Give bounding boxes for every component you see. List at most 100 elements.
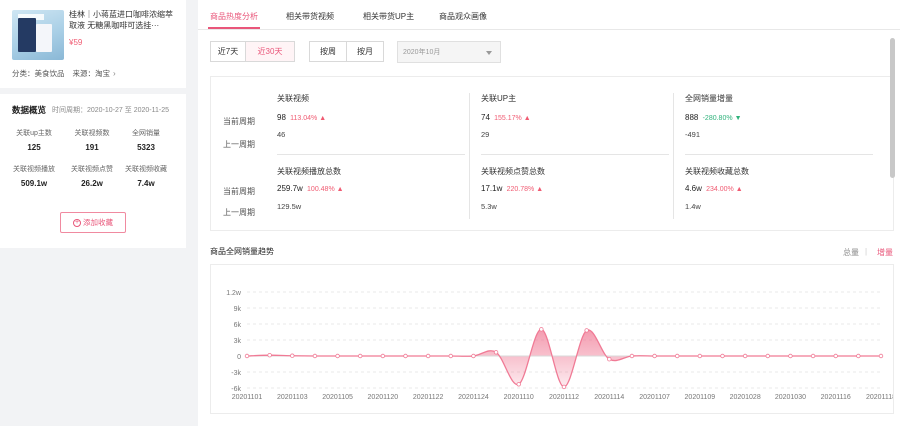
product-image[interactable]	[12, 10, 64, 60]
data-point	[335, 353, 340, 359]
data-point	[878, 353, 884, 359]
toggle-total[interactable]: 总量	[843, 247, 859, 258]
data-point	[493, 350, 499, 355]
metric-title: 关联UP主	[481, 94, 517, 103]
metric-value: 888 -280.80% ▼	[685, 113, 742, 122]
metric-value: 74 155.17% ▲	[481, 113, 531, 122]
data-point	[244, 353, 250, 359]
arrow-up-icon: ▲	[319, 115, 327, 122]
add-favorite-label: 添加收藏	[83, 218, 113, 227]
filter-7days-button[interactable]: 近7天	[210, 41, 246, 62]
data-point	[629, 353, 635, 359]
y-tick-label: 6k	[234, 322, 242, 329]
data-point	[584, 328, 589, 333]
tab-audience[interactable]: 商品观众画像	[439, 11, 487, 22]
product-title[interactable]: 桂林｜小蒋蓝进口咖啡浓缩萃取液 无糖黑咖啡可选挂···	[69, 9, 177, 31]
data-point	[425, 353, 431, 359]
main-panel: 商品热度分析 相关带货视频 相关带货UP主 商品观众画像 近7天 近30天 按周…	[198, 0, 900, 426]
x-tick-label: 20201110	[504, 394, 534, 401]
stat-value: 7.4w	[137, 179, 155, 188]
column-divider	[673, 93, 674, 219]
data-point	[742, 353, 748, 359]
scrollbar[interactable]	[890, 38, 895, 178]
metric-divider	[481, 154, 669, 155]
toggle-increment[interactable]: 增量	[877, 247, 893, 258]
data-point	[539, 327, 544, 332]
stat-sales: 全网销量 5323	[116, 128, 176, 152]
data-point	[675, 353, 680, 359]
metric-divider	[685, 154, 873, 155]
month-select-value: 2020年10月	[403, 49, 441, 56]
data-point	[765, 353, 770, 359]
stat-label: 关联视频数	[74, 130, 110, 137]
x-tick-label: 20201120	[368, 394, 399, 401]
metric-prev: -491	[685, 130, 701, 139]
overview-title: 数据概览	[12, 105, 47, 115]
chevron-down-icon	[486, 51, 492, 55]
metrics-card: 当前周期 上一周期 当前周期 上一周期 关联视频 98 113.04% ▲ 46 …	[210, 76, 894, 231]
series-area	[247, 329, 881, 387]
metric-title: 全网销量增量	[685, 94, 733, 103]
data-point	[607, 356, 612, 362]
y-tick-label: -3k	[231, 370, 241, 377]
metric-prev: 29	[481, 130, 490, 139]
data-point	[788, 353, 793, 359]
month-select[interactable]: 2020年10月	[397, 41, 501, 63]
data-point	[312, 353, 318, 359]
x-tick-label: 20201116	[821, 394, 851, 401]
arrow-up-icon: ▲	[336, 186, 344, 193]
metric-title: 关联视频	[277, 94, 309, 103]
metric-prev: 1.4w	[685, 202, 701, 211]
chevron-right-icon[interactable]: ›	[113, 69, 116, 78]
chart-svg: 1.2w 9k 6k 3k 0 -3k -6k20201101 20201103 2020110…	[226, 290, 893, 401]
data-point	[561, 384, 567, 390]
overview-period: 时间周期：2020-10-27 至 2020-11-25	[52, 107, 169, 114]
data-point	[697, 353, 703, 359]
stat-video-count: 关联视频数 191	[62, 128, 122, 152]
stat-plays: 关联视频播放 509.1w	[4, 164, 64, 188]
data-point	[720, 353, 725, 359]
tab-related-videos[interactable]: 相关带货视频	[286, 11, 334, 22]
stat-likes: 关联视频点赞 26.2w	[62, 164, 122, 188]
tab-related-ups[interactable]: 相关带货UP主	[363, 11, 414, 22]
metric-prev: 129.5w	[277, 202, 302, 211]
previous-period-label: 上一周期	[223, 208, 255, 217]
current-period-label: 当前周期	[223, 117, 255, 126]
filter-30days-button[interactable]: 近30天	[245, 41, 295, 62]
stat-label: 全网销量	[132, 130, 160, 137]
x-tick-label: 20201103	[277, 394, 308, 401]
divider	[0, 88, 186, 94]
filter-month-button[interactable]: 按月	[346, 41, 384, 62]
data-point	[652, 353, 657, 359]
stat-value: 191	[85, 143, 99, 152]
stat-label: 关联视频点赞	[71, 166, 113, 173]
x-tick-label: 20201124	[458, 394, 489, 401]
metric-value: 17.1w 220.78% ▲	[481, 184, 544, 193]
x-tick-label: 20201105	[322, 394, 353, 401]
x-tick-label: 20201112	[549, 394, 579, 401]
x-tick-label: 20201118	[866, 394, 893, 401]
metric-value: 4.6w 234.00% ▲	[685, 184, 743, 193]
x-tick-label: 20201122	[413, 394, 444, 401]
metric-prev: 46	[277, 130, 286, 139]
x-tick-label: 20201109	[685, 394, 716, 401]
tab-heat-analysis[interactable]: 商品热度分析	[210, 11, 258, 22]
data-point	[267, 352, 272, 358]
y-tick-label: 3k	[234, 338, 242, 345]
product-panel: 桂林｜小蒋蓝进口咖啡浓缩萃取液 无糖黑咖啡可选挂··· ¥59 分类：美食饮品来…	[0, 0, 186, 248]
metric-value: 259.7w 100.48% ▲	[277, 184, 344, 193]
stat-label: 关联up主数	[16, 130, 52, 137]
x-tick-label: 20201114	[594, 394, 624, 401]
stat-value: 509.1w	[20, 179, 48, 188]
filter-week-button[interactable]: 按周	[309, 41, 347, 62]
category-label: 分类：美食饮品	[12, 69, 65, 78]
x-tick-label: 20201101	[232, 394, 263, 401]
add-favorite-button[interactable]: + 添加收藏	[60, 212, 126, 233]
x-tick-label: 20201028	[730, 394, 761, 401]
source-link[interactable]: 淘宝	[95, 69, 110, 78]
product-meta: 分类：美食饮品 来源：淘宝 ›	[12, 68, 116, 79]
stat-up-count: 关联up主数 125	[4, 128, 64, 152]
plus-circle-icon: +	[73, 218, 81, 227]
data-point	[358, 353, 363, 359]
x-tick-label: 20201107	[639, 394, 670, 401]
